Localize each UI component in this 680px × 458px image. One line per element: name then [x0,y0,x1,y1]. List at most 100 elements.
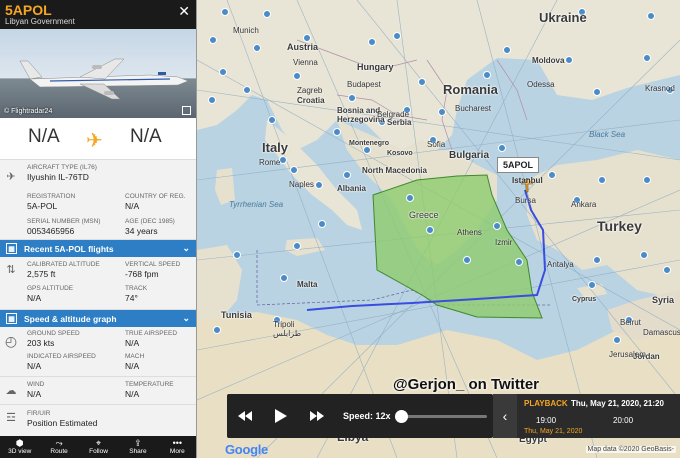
mach-value: N/A [125,361,140,371]
aircraft-section: ✈ AIRCRAFT TYPE (IL76) Ilyushin IL-76TD … [0,160,196,240]
playback-title: PLAYBACK [524,399,568,408]
cube-icon: ⬢ [15,438,24,448]
city-athens: Athens [457,228,482,237]
destination-airport[interactable]: N/A [130,126,162,148]
speed-graph-label: Speed & altitude graph [24,314,117,324]
playback-info: ‹ PLAYBACK Thu, May 21, 2020, 21:20 19:0… [493,394,680,438]
label-serbia: Serbia [387,118,412,127]
fast-forward-button[interactable] [299,394,335,438]
flight-info-panel: 5APOL Libyan Government ✕ © Flightradar2… [0,0,197,458]
label-montenegro: Montenegro [349,140,390,147]
more-icon: ••• [172,438,183,448]
city-rome: Rome [259,158,281,167]
external-link-icon[interactable] [182,106,191,115]
rewind-button[interactable] [227,394,263,438]
tas-label: TRUE AIRSPEED [125,330,178,337]
play-button[interactable] [263,394,299,438]
crosshair-icon: ⌖ [95,438,102,448]
mach-label: MACH [125,353,145,360]
label-moldova: Moldova [532,56,565,65]
temp-value: N/A [125,389,140,399]
city-tripoli-ar: طرابلس [273,329,302,338]
google-logo: Google [225,442,268,457]
fir-label: FIR/UIR [27,410,51,417]
route-button[interactable]: ⤳ Route [39,436,78,458]
collapse-playback-button[interactable]: ‹ [493,394,517,438]
city-jerusalem: Jerusalem [609,350,646,359]
gs-value: 203 kts [27,338,55,348]
flight-callsign: 5APOL [5,2,52,18]
city-ankara: Ankara [571,200,597,209]
share-button[interactable]: ⇪ Share [118,436,157,458]
gps-alt-value: N/A [27,293,42,303]
radar-tower-icon: ☲ [6,412,16,424]
city-belgrade: Belgrade [377,110,410,119]
fir-section: ☲ FIR/UIR Position Estimated [0,405,196,431]
city-izmir: Izmir [495,238,513,247]
registration-label: REGISTRATION [27,193,76,200]
aircraft-photo[interactable]: © Flightradar24 [0,29,196,118]
aircraft-callsign-tag[interactable]: 5APOL [497,157,540,173]
gs-label: GROUND SPEED [27,330,80,337]
panel-footer: ⬢ 3D view ⤳ Route ⌖ Follow ⇪ Share ••• More [0,436,196,458]
label-hungary: Hungary [357,62,394,72]
speed-section: ◴ GROUND SPEED 203 kts TRUE AIRSPEED N/A… [0,327,196,377]
weather-section: ☁ WIND N/A TEMPERATURE N/A [0,377,196,405]
label-romania: Romania [443,82,498,97]
route-summary: N/A ✈ N/A [0,118,196,160]
photo-credit: © Flightradar24 [4,108,53,115]
playback-date: Thu, May 21, 2020 [524,428,583,435]
airplane-outline-icon: ✈ [6,171,16,183]
label-bulgaria: Bulgaria [449,150,490,161]
sea-tyrrhenian: Tyrrhenian Sea [229,200,284,209]
label-austria: Austria [287,42,319,52]
city-bursa: Bursa [515,196,536,205]
city-tripoli: Tripoli [273,320,295,329]
city-antalya: Antalya [547,260,574,269]
serial-value: 0053465956 [27,226,75,236]
fast-forward-icon [310,411,324,421]
altitude-icon: ⇅ [6,264,16,276]
city-damascus: Damascus [643,328,680,337]
play-icon [275,409,287,423]
label-italy: Italy [262,140,289,155]
speed-slider-knob[interactable] [394,409,408,423]
country-label: COUNTRY OF REG. [125,193,186,200]
temp-label: TEMPERATURE [125,381,174,388]
cal-alt-value: 2,575 ft [27,269,56,279]
aircraft-type-label: AIRCRAFT TYPE (IL76) [27,164,97,171]
label-north-macedonia: North Macedonia [362,166,427,175]
label-cyprus: Cyprus [572,296,597,303]
ias-label: INDICATED AIRSPEED [27,353,96,360]
playback-datetime: Thu, May 21, 2020, 21:20 [571,399,664,408]
airplane-icon: ✈ [86,130,103,152]
follow-button[interactable]: ⌖ Follow [79,436,118,458]
cal-alt-label: CALIBRATED ALTITUDE [27,261,100,268]
label-greece: Greece [409,210,439,220]
speed-graph-bar[interactable]: ▦ Speed & altitude graph ⌄ [0,310,196,327]
origin-airport[interactable]: N/A [28,126,60,148]
3d-view-button[interactable]: ⬢ 3D view [0,436,39,458]
label-croatia: Croatia [297,96,325,105]
city-naples: Naples [289,180,314,189]
speed-slider[interactable] [394,409,487,423]
recent-flights-label: Recent 5A-POL flights [24,244,114,254]
aircraft-image [19,58,189,100]
sea-black: Black Sea [589,130,626,139]
graph-icon: ▦ [6,313,17,324]
close-icon[interactable]: ✕ [178,3,190,20]
label-turkey: Turkey [597,218,642,234]
more-button[interactable]: ••• More [158,436,196,458]
route-icon: ⤳ [55,438,63,448]
flight-map[interactable]: Ukraine Romania Hungary Austria Croatia … [197,0,680,458]
chevron-down-icon: ⌄ [182,313,190,323]
recent-flights-bar[interactable]: ▦ Recent 5A-POL flights ⌄ [0,240,196,257]
wind-icon: ☁ [5,385,17,397]
share-icon: ⇪ [134,438,142,448]
map-copyright: Map data ©2020 GeoBasis- [585,446,676,453]
city-istanbul: Istanbul [512,176,543,185]
operator-name: Libyan Government [5,17,75,26]
fir-value: Position Estimated [27,418,98,428]
label-ukraine: Ukraine [539,10,587,25]
label-tunisia: Tunisia [221,310,252,320]
